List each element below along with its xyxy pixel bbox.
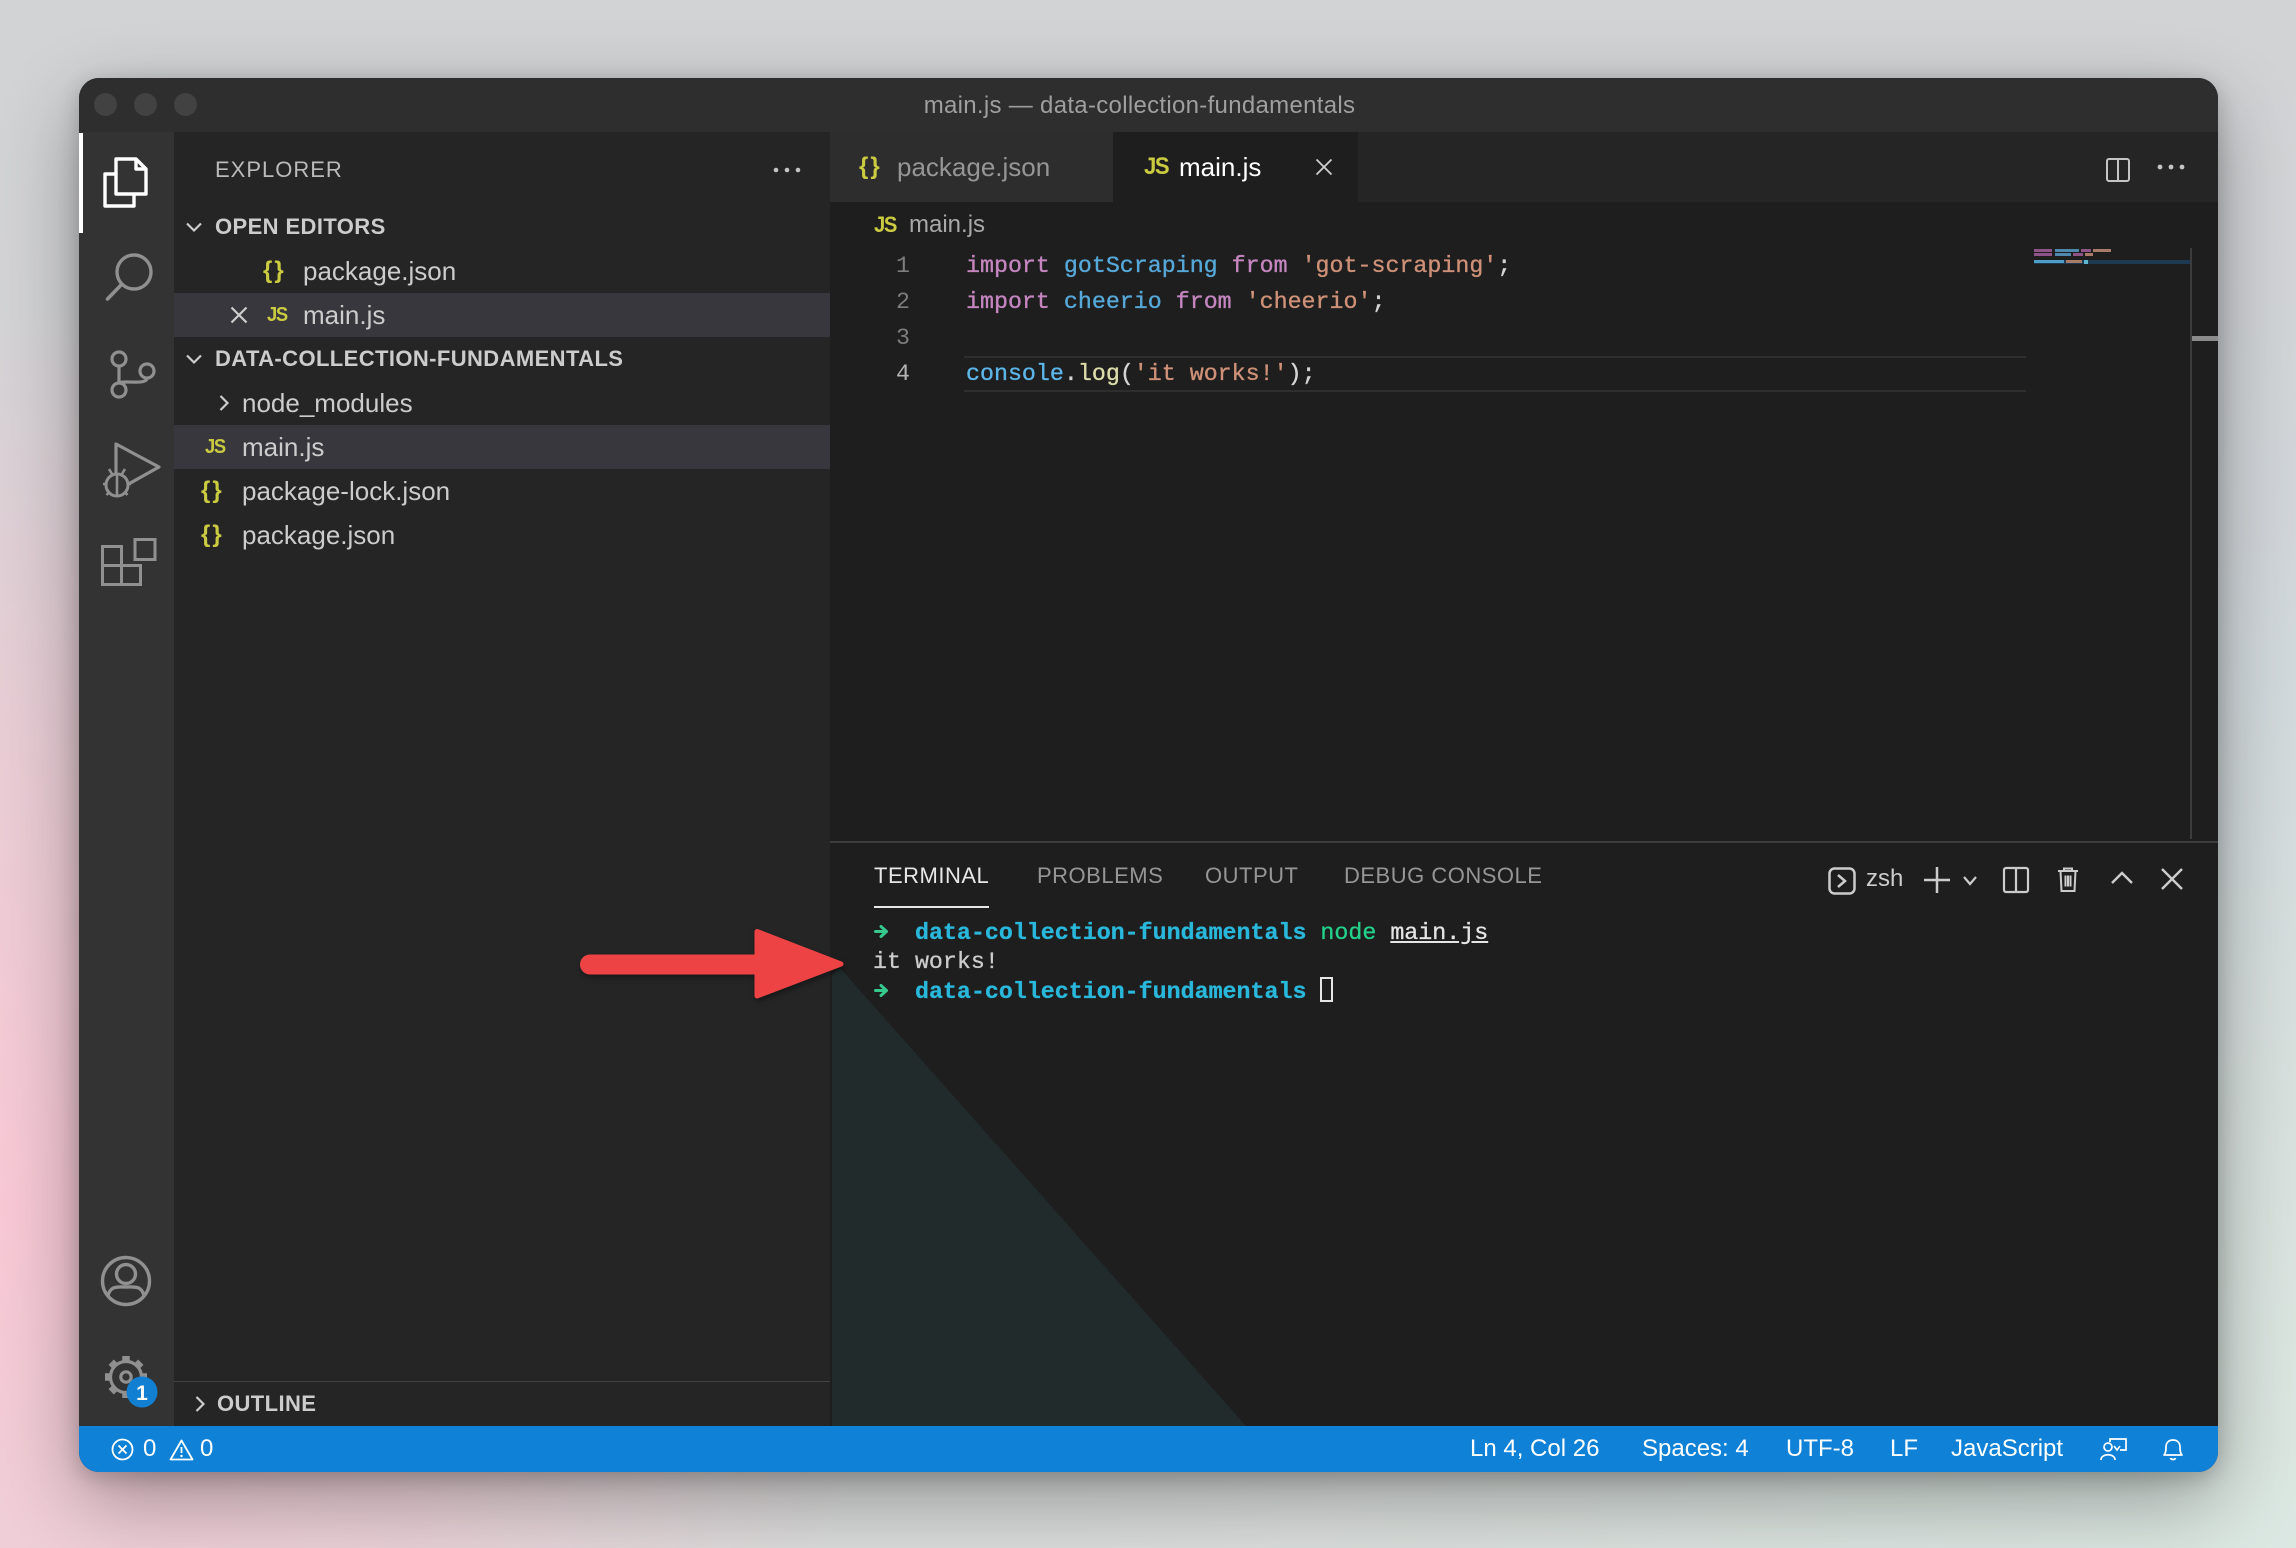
svg-text:1: 1 — [136, 1382, 148, 1405]
